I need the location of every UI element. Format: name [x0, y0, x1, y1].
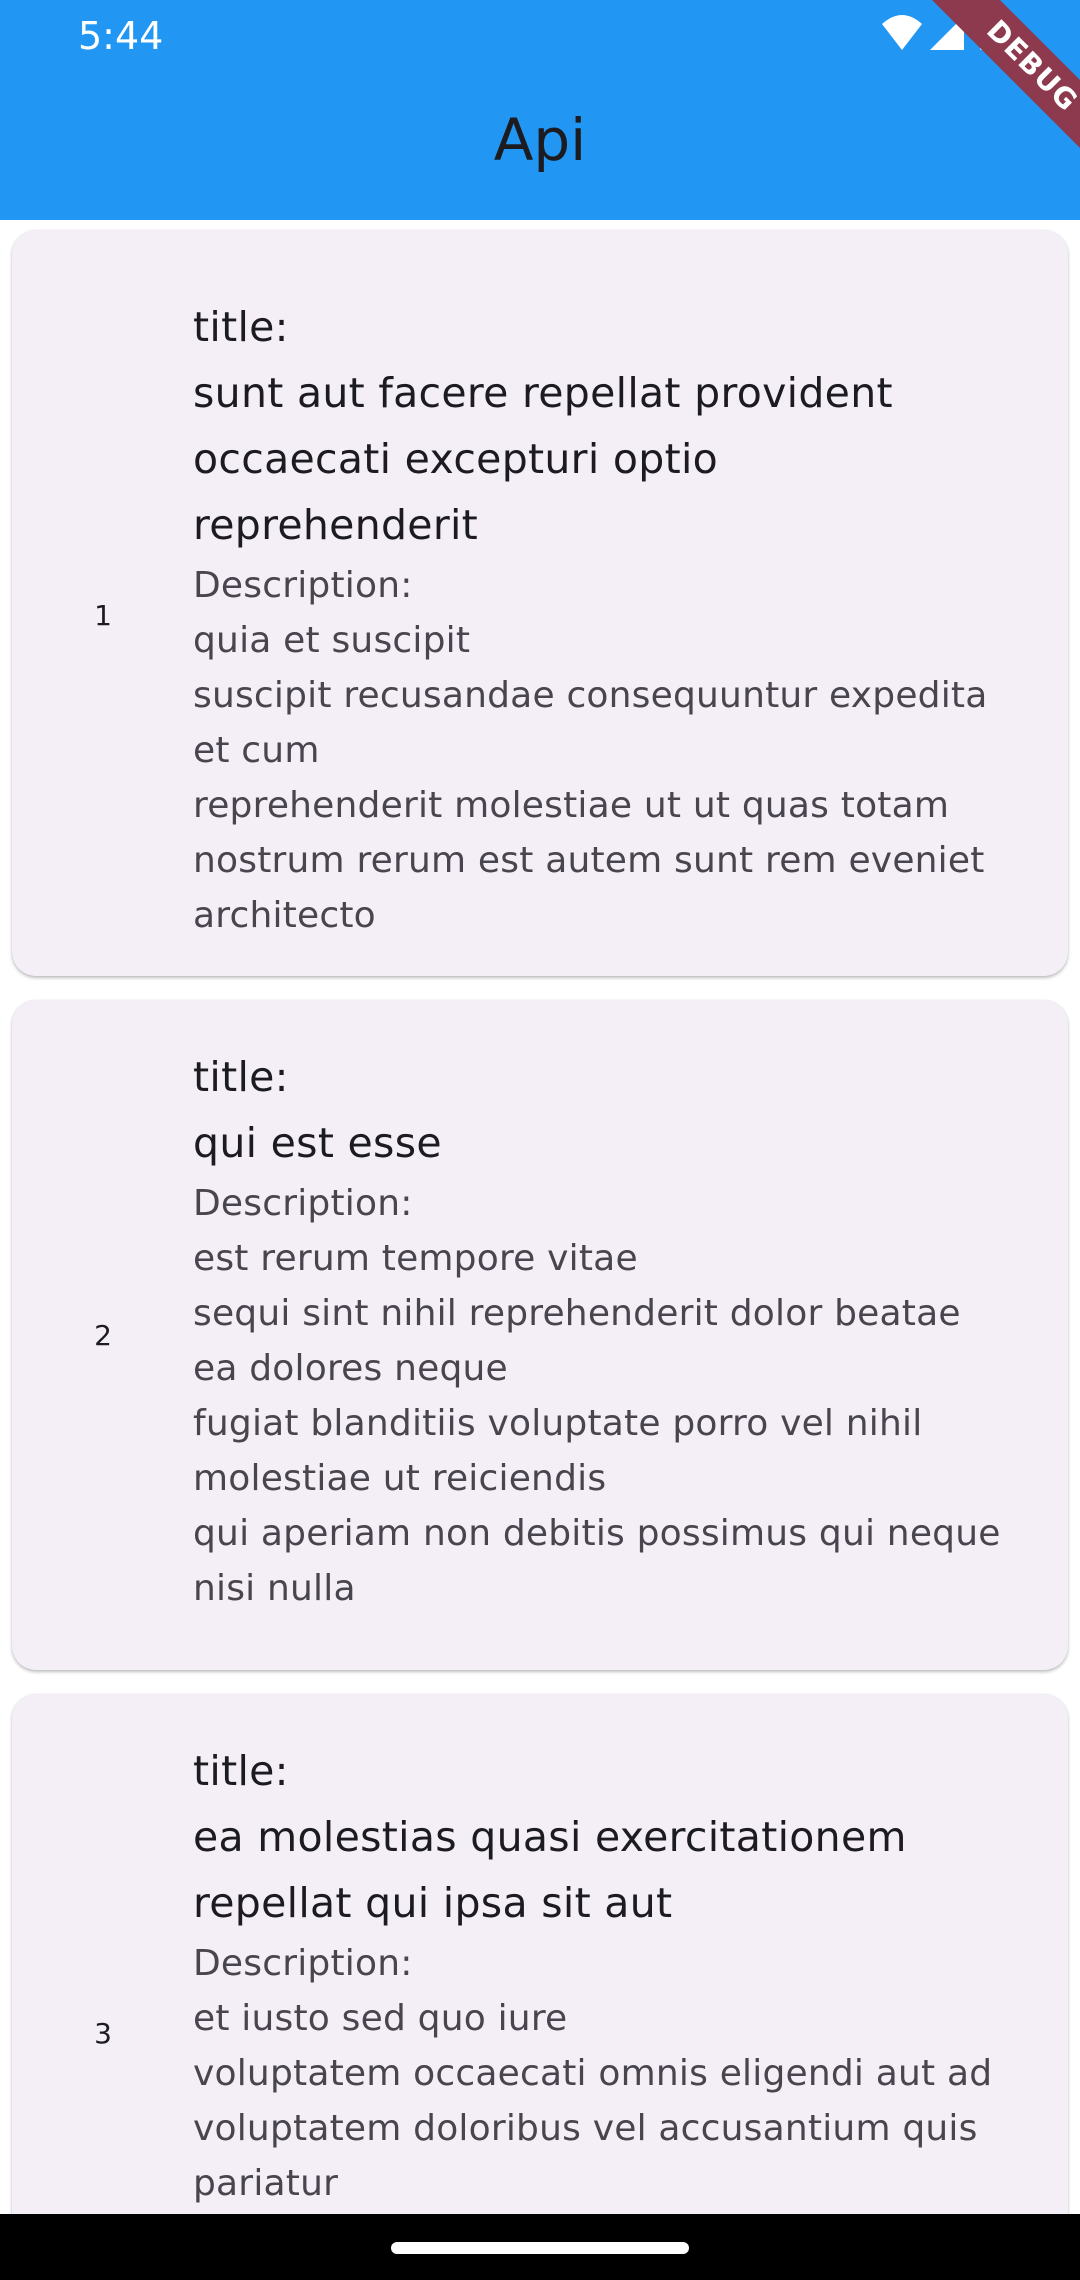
description-label: Description: — [193, 1183, 413, 1224]
wifi-icon — [882, 15, 922, 50]
post-id: 2 — [94, 1319, 112, 1352]
post-id: 1 — [94, 599, 112, 632]
post-content: title: qui est esse Description: est rer… — [193, 1044, 1013, 1616]
post-title: ea molestias quasi exercitationem repell… — [193, 1813, 907, 1927]
post-body: est rerum tempore vitae sequi sint nihil… — [193, 1238, 1001, 1609]
post-card[interactable]: 3 title: ea molestias quasi exercitation… — [12, 1694, 1068, 2214]
post-content: title: ea molestias quasi exercitationem… — [193, 1738, 1013, 2211]
status-icons — [880, 12, 1010, 56]
post-body: quia et suscipit suscipit recusandae con… — [193, 620, 988, 936]
cellular-signal-icon — [930, 16, 964, 50]
post-card[interactable]: 2 title: qui est esse Description: est r… — [12, 1000, 1068, 1670]
post-title: sunt aut facere repellat provident occae… — [193, 369, 893, 549]
post-title: qui est esse — [193, 1119, 442, 1167]
post-id: 3 — [94, 2017, 112, 2050]
description-label: Description: — [193, 565, 413, 606]
post-body: et iusto sed quo iure voluptatem occaeca… — [193, 1998, 993, 2204]
description-label: Description: — [193, 1943, 413, 1984]
app-bar: 5:44 Api DEBUG — [0, 0, 1080, 220]
title-label: title: — [193, 303, 289, 351]
system-navigation-bar — [0, 2214, 1080, 2280]
battery-icon — [980, 12, 1000, 50]
post-list[interactable]: 1 title: sunt aut facere repellat provid… — [0, 220, 1080, 2214]
title-label: title: — [193, 1053, 289, 1101]
app-title: Api — [493, 106, 587, 174]
status-time: 5:44 — [78, 14, 164, 58]
title-label: title: — [193, 1747, 289, 1795]
post-card[interactable]: 1 title: sunt aut facere repellat provid… — [12, 230, 1068, 976]
home-gesture-handle[interactable] — [391, 2242, 689, 2254]
post-content: title: sunt aut facere repellat providen… — [193, 294, 1013, 943]
